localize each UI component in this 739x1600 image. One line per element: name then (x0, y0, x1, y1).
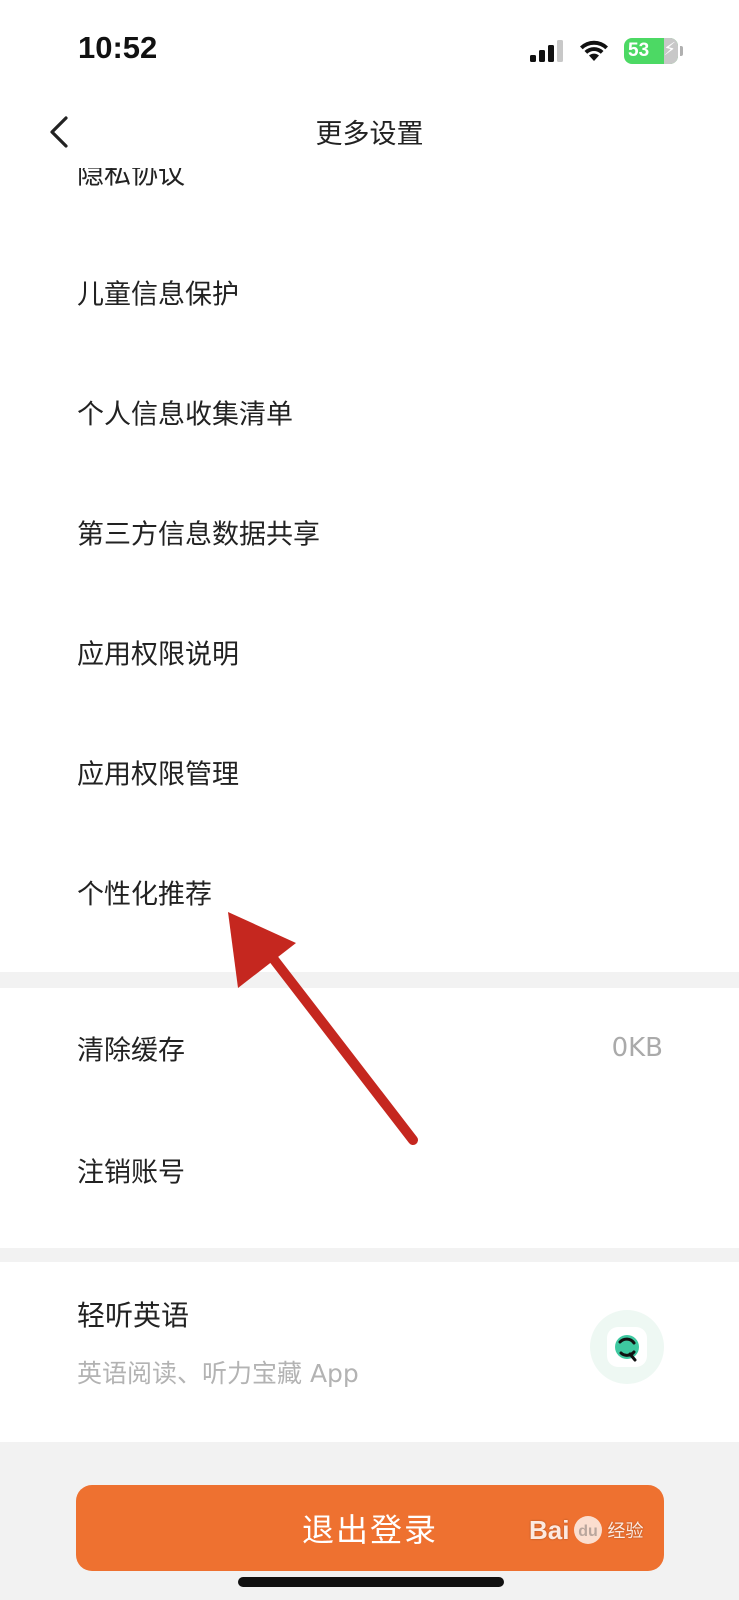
menu-item-label: 注销账号 (77, 1157, 185, 1189)
menu-item-permission-description[interactable]: 应用权限说明 (0, 592, 739, 712)
watermark-brand: Bai (529, 1514, 570, 1545)
menu-item-permission-management[interactable]: 应用权限管理 (0, 712, 739, 832)
menu-item-label: 个人信息收集清单 (77, 399, 293, 431)
menu-item-third-party-sharing[interactable]: 第三方信息数据共享 (0, 472, 739, 592)
home-indicator[interactable] (238, 1577, 504, 1587)
menu-item-child-info-protection[interactable]: 儿童信息保护 (0, 232, 739, 352)
menu-item-label: 儿童信息保护 (77, 279, 239, 311)
charging-bolt-icon: ⚡ (663, 39, 676, 60)
watermark-product: 经验 (607, 1521, 644, 1542)
app-promo-card[interactable]: 轻听英语 英语阅读、听力宝藏 App (0, 1262, 739, 1442)
menu-item-personalized-recommendation[interactable]: 个性化推荐 (0, 832, 739, 952)
app-logo-icon (590, 1310, 664, 1384)
battery-level: 53 (628, 40, 650, 61)
menu-item-label: 应用权限说明 (77, 639, 239, 671)
paw-icon: du (574, 1516, 603, 1544)
watermark-paw-text: du (579, 1523, 599, 1540)
app-logo-mark (607, 1327, 647, 1367)
wifi-icon (580, 40, 608, 61)
menu-item-delete-account[interactable]: 注销账号 (0, 1110, 739, 1230)
menu-item-label: 应用权限管理 (77, 759, 239, 791)
menu-item-privacy-agreement[interactable]: 隐私协议 (0, 168, 739, 232)
menu-item-label: 清除缓存 (77, 1035, 185, 1067)
account-section: 清除缓存 0KB 注销账号 (0, 988, 739, 1248)
page-title: 更多设置 (315, 119, 424, 150)
menu-item-label: 第三方信息数据共享 (77, 519, 320, 551)
status-time: 10:52 (78, 30, 158, 65)
more-settings-screen: 10:52 53 ⚡ 更多设置 隐私协议 儿童信息保护 个人信息收集清单 第三方… (0, 0, 739, 1600)
status-bar: 10:52 53 ⚡ (0, 0, 739, 96)
status-icons: 53 ⚡ (530, 36, 683, 66)
promo-title: 轻听英语 (77, 1299, 190, 1332)
battery-icon: 53 ⚡ (624, 38, 678, 64)
menu-item-clear-cache[interactable]: 清除缓存 0KB (0, 988, 739, 1108)
promo-subtitle: 英语阅读、听力宝藏 App (77, 1359, 359, 1388)
navigation-bar: 更多设置 (0, 96, 739, 168)
baidu-watermark: Bai du 经验 (529, 1505, 699, 1555)
menu-item-personal-info-list[interactable]: 个人信息收集清单 (0, 352, 739, 472)
menu-item-label: 隐私协议 (77, 168, 185, 191)
privacy-settings-section: 隐私协议 儿童信息保护 个人信息收集清单 第三方信息数据共享 应用权限说明 应用… (0, 168, 739, 972)
cellular-signal-icon (530, 40, 563, 62)
cache-size-value: 0KB (611, 1033, 663, 1063)
menu-item-label: 个性化推荐 (77, 879, 212, 911)
battery-nub (680, 46, 683, 56)
